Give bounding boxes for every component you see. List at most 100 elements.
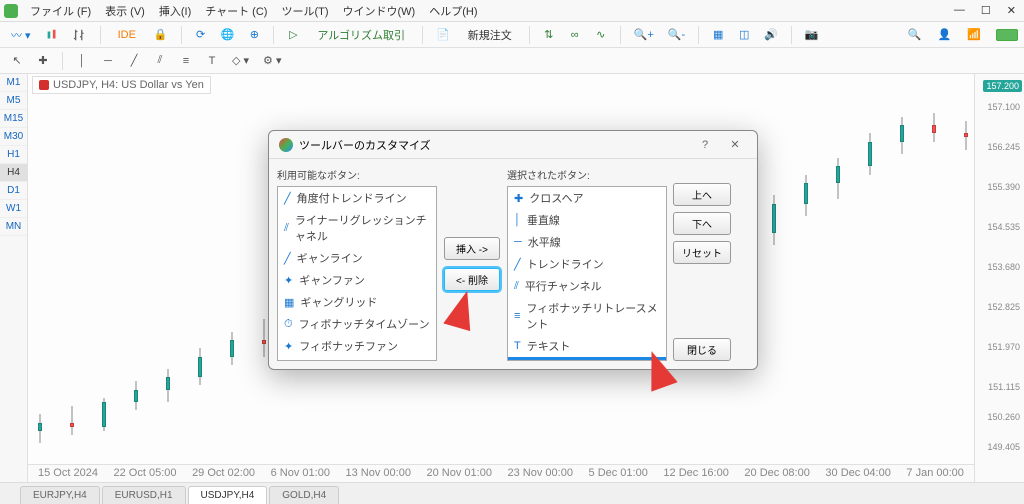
tool-label: 水平線 <box>528 234 561 250</box>
menu-insert[interactable]: 挿入(I) <box>153 1 197 21</box>
selected-label: 選択されたボタン: <box>507 167 667 182</box>
selected-item[interactable]: ≡フィボナッチリトレースメント <box>508 297 666 335</box>
horizontal-line-icon[interactable]: ─ <box>97 50 119 72</box>
layout-icon[interactable]: ◫ <box>733 24 755 46</box>
available-item[interactable]: ▦ギャングリッド <box>278 291 436 313</box>
lock-icon[interactable]: 🔒 <box>149 24 173 46</box>
selected-item[interactable]: ✚クロスヘア <box>508 187 666 209</box>
y-tick: 157.100 <box>987 102 1020 112</box>
tool-label: 平行チャンネル <box>525 278 602 294</box>
cursor-icon[interactable]: ↖ <box>6 50 28 72</box>
dialog-titlebar[interactable]: ツールバーのカスタマイズ ? ✕ <box>269 131 757 159</box>
x-tick: 22 Oct 05:00 <box>114 467 177 480</box>
chart-type-bars-icon[interactable] <box>68 24 92 46</box>
dialog-close-icon[interactable]: ✕ <box>723 135 747 155</box>
zoom-out-icon[interactable]: 🔍- <box>663 24 690 46</box>
indicator3-icon[interactable]: ∿ <box>590 24 612 46</box>
timeframe-M30[interactable]: M30 <box>0 128 27 146</box>
chart-tab[interactable]: GOLD,H4 <box>269 486 339 504</box>
timeframe-M5[interactable]: M5 <box>0 92 27 110</box>
crosshair-icon[interactable]: ✚ <box>32 50 54 72</box>
available-item[interactable]: ◡フィボナッチアーク <box>278 357 436 361</box>
tool-icon: ✚ <box>514 192 523 205</box>
window-close-icon[interactable]: ✕ <box>1003 2 1020 19</box>
search-icon[interactable]: 🔍 <box>903 24 927 46</box>
up-button[interactable]: 上へ <box>673 183 731 206</box>
timeframe-M1[interactable]: M1 <box>0 74 27 92</box>
tool-icon: ╱ <box>284 192 291 205</box>
menu-view[interactable]: 表示 (V) <box>99 1 151 21</box>
refresh-icon[interactable]: ⟳ <box>190 24 212 46</box>
y-axis: 157.100156.245155.390154.535153.680152.8… <box>974 74 1024 482</box>
chart-type-line-icon[interactable]: 〰 ▾ <box>6 24 36 46</box>
reset-button[interactable]: リセット <box>673 241 731 264</box>
selected-item[interactable]: ⫽ 平行チャンネル <box>508 275 666 297</box>
tool-icon: ⏱ <box>284 318 293 331</box>
x-tick: 29 Oct 02:00 <box>192 467 255 480</box>
play-icon[interactable]: ▷ <box>282 24 304 46</box>
indicator2-icon[interactable]: ∞ <box>564 24 586 46</box>
dialog-help-icon[interactable]: ? <box>693 135 717 155</box>
indicator1-icon[interactable]: ⇅ <box>538 24 560 46</box>
new-order-icon[interactable]: 📄 <box>431 24 455 46</box>
tool-icon: ✦ <box>284 340 293 353</box>
x-tick: 5 Dec 01:00 <box>589 467 648 480</box>
tool-icon: ✦ <box>284 274 293 287</box>
window-controls: — ☐ ✕ <box>950 2 1020 19</box>
timeframe-MN[interactable]: MN <box>0 218 27 236</box>
algo-trading-button[interactable]: アルゴリズム取引 <box>308 24 414 46</box>
down-button[interactable]: 下へ <box>673 212 731 235</box>
ide-button[interactable]: IDE <box>109 24 145 46</box>
objects-icon[interactable]: ⚙ ▾ <box>258 50 286 72</box>
x-tick: 30 Dec 04:00 <box>825 467 890 480</box>
window-minimize-icon[interactable]: — <box>950 2 969 19</box>
menu-window[interactable]: ウインドウ(W) <box>337 1 422 21</box>
selected-item[interactable]: ─水平線 <box>508 231 666 253</box>
timeframe-H1[interactable]: H1 <box>0 146 27 164</box>
connection-icon[interactable]: 📶 <box>962 24 986 46</box>
sound-icon[interactable]: 🔊 <box>759 24 783 46</box>
tool-icon: ⫽ <box>514 280 519 293</box>
zoom-in-icon[interactable]: 🔍+ <box>629 24 659 46</box>
text-icon[interactable]: T <box>201 50 223 72</box>
available-listbox[interactable]: ╱角度付トレンドライン⫽ライナーリグレッションチャネル╱ギャンライン✦ギャンファ… <box>277 186 437 361</box>
menu-file[interactable]: ファイル (F) <box>24 1 97 21</box>
y-tick: 151.970 <box>987 342 1020 352</box>
close-button[interactable]: 閉じる <box>673 338 731 361</box>
available-item[interactable]: ╱ギャンライン <box>278 247 436 269</box>
vertical-line-icon[interactable]: │ <box>71 50 93 72</box>
timeframe-D1[interactable]: D1 <box>0 182 27 200</box>
chart-tab[interactable]: USDJPY,H4 <box>188 486 268 504</box>
fibo-icon[interactable]: ≡ <box>175 50 197 72</box>
toolbar-drawing: ↖ ✚ │ ─ ╱ ⫽ ≡ T ◇ ▾ ⚙ ▾ <box>0 48 1024 74</box>
menu-help[interactable]: ヘルプ(H) <box>423 1 483 21</box>
channel-icon[interactable]: ⫽ <box>149 50 171 72</box>
x-tick: 13 Nov 00:00 <box>346 467 411 480</box>
chart-tab[interactable]: EURUSD,H1 <box>102 486 186 504</box>
chart-tab[interactable]: EURJPY,H4 <box>20 486 100 504</box>
user-icon[interactable]: 👤 <box>933 24 957 46</box>
insert-button[interactable]: 挿入 -> <box>444 237 500 260</box>
available-item[interactable]: ✦ギャンファン <box>278 269 436 291</box>
menu-tools[interactable]: ツール(T) <box>275 1 334 21</box>
timeframe-H4[interactable]: H4 <box>0 164 27 182</box>
available-item[interactable]: ✦フィボナッチファン <box>278 335 436 357</box>
menu-chart[interactable]: チャート (C) <box>199 1 273 21</box>
camera-icon[interactable]: 📷 <box>800 24 824 46</box>
new-order-button[interactable]: 新規注文 <box>459 24 521 46</box>
selected-item[interactable]: │垂直線 <box>508 209 666 231</box>
available-item[interactable]: ╱角度付トレンドライン <box>278 187 436 209</box>
shapes-icon[interactable]: ◇ ▾ <box>227 50 254 72</box>
globe-icon[interactable]: 🌐 <box>216 24 240 46</box>
window-maximize-icon[interactable]: ☐ <box>977 2 995 19</box>
target-icon[interactable]: ⊕ <box>243 24 265 46</box>
selected-item[interactable]: ╱トレンドライン <box>508 253 666 275</box>
selected-listbox[interactable]: ✚クロスヘア│垂直線─水平線╱トレンドライン ⫽ 平行チャンネル ≡フィボナッチリトレ… <box>507 186 667 361</box>
timeframe-W1[interactable]: W1 <box>0 200 27 218</box>
timeframe-M15[interactable]: M15 <box>0 110 27 128</box>
trendline-icon[interactable]: ╱ <box>123 50 145 72</box>
available-item[interactable]: ⏱フィボナッチタイムゾーン <box>278 313 436 335</box>
available-item[interactable]: ⫽ライナーリグレッションチャネル <box>278 209 436 247</box>
grid-icon[interactable]: ▦ <box>707 24 729 46</box>
chart-type-candles-icon[interactable] <box>40 24 64 46</box>
